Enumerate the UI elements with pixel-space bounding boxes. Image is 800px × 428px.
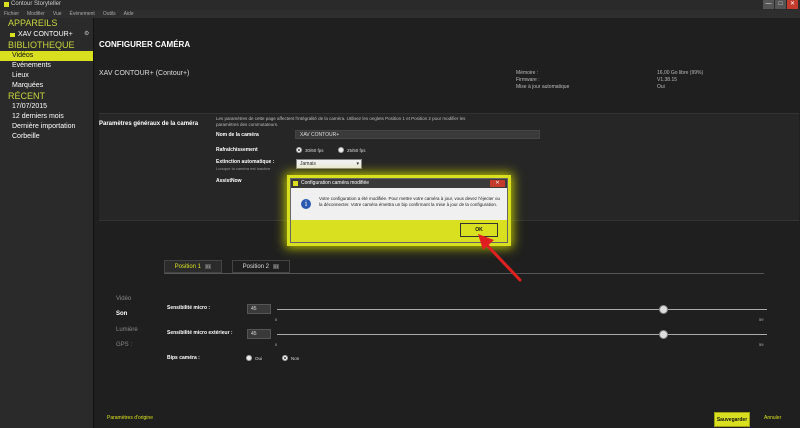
general-settings-title: Paramètres généraux de la caméra [99, 121, 199, 127]
mic-slider-min: 0 [275, 317, 278, 322]
beep-yes-label: Oui [255, 355, 263, 361]
ext-mic-sensitivity-label: Sensibilité micro extérieur : [167, 330, 233, 336]
mic-slider-max: 59 [759, 317, 764, 322]
menu-help[interactable]: Aide [124, 11, 134, 17]
dialog-message: Votre configuration a été modifiée. Pour… [319, 196, 500, 207]
auto-update-value: Oui [657, 84, 665, 90]
gear-icon[interactable]: ⚙ [84, 29, 89, 40]
auto-off-sublabel: Lorsque la caméra est inactive [216, 166, 271, 171]
page-title: CONFIGURER CAMÉRA [99, 40, 191, 49]
sidebar-item-date[interactable]: 17/07/2015 [0, 102, 93, 112]
ext-mic-slider-min: 0 [275, 342, 278, 347]
sidebar-device[interactable]: XAV CONTOUR+ ⚙ [0, 29, 93, 40]
camera-name-label: Nom de la caméra [216, 132, 259, 138]
beep-yes-radio[interactable]: Oui [246, 355, 262, 361]
title-bar: Contour Storyteller — □ ✕ [0, 0, 800, 10]
tab-position-2[interactable]: Position 2 ≡↕ [232, 260, 290, 273]
general-settings-description: Les paramètres de cette page affectent l… [216, 116, 466, 127]
firmware-value: V1.38.15 [657, 77, 678, 83]
app-logo-icon [293, 181, 298, 186]
sidebar-item-trash[interactable]: Corbeille [0, 132, 93, 142]
maximize-button[interactable]: □ [775, 0, 786, 9]
tab-divider [164, 273, 764, 274]
radio-empty-icon [338, 147, 344, 153]
window-controls: — □ ✕ [763, 0, 798, 9]
mic-sensitivity-label: Sensibilité micro : [167, 305, 211, 311]
mic-sensitivity-slider[interactable] [277, 309, 767, 310]
sidebar-item-tagged[interactable]: Marquées [0, 81, 93, 91]
position-settings-area: Position 1 ≡↕ Position 2 ≡↕ Vidéo Son Lu… [99, 248, 799, 408]
minimize-button[interactable]: — [763, 0, 774, 9]
chevron-down-icon: ▾ [356, 161, 359, 167]
mic-slider-handle[interactable] [659, 305, 668, 314]
library-header: BIBLIOTHEQUE [8, 40, 75, 50]
tab-position-1[interactable]: Position 1 ≡↕ [164, 260, 222, 273]
dialog-title: Configuration caméra modifiée [301, 180, 370, 186]
switch-icon: ≡↕ [273, 264, 280, 269]
refresh-25-50-label: 25/50 fps [347, 147, 366, 153]
save-button[interactable]: Sauvegarder [714, 412, 750, 427]
ext-mic-sensitivity-slider[interactable] [277, 334, 767, 335]
beep-no-label: Non [291, 355, 300, 361]
ext-mic-slider-max: 59 [759, 342, 764, 347]
recent-header: RÉCENT [8, 91, 46, 101]
sidebar-item-places[interactable]: Lieux [0, 71, 93, 81]
memory-value: 16,00 Go libre (99%) [657, 70, 704, 76]
radio-selected-icon [282, 355, 288, 361]
window-title: Contour Storyteller [4, 1, 61, 7]
vtab-light[interactable]: Lumière [116, 327, 138, 333]
sidebar-item-videos[interactable]: Vidéos [0, 51, 93, 61]
vtab-sound[interactable]: Son [116, 311, 127, 317]
refresh-30-60-label: 30/60 fps [305, 147, 324, 153]
dialog-close-button[interactable]: ✕ [490, 180, 505, 187]
menu-tools[interactable]: Outils [103, 11, 116, 17]
vtab-video[interactable]: Vidéo [116, 296, 131, 302]
sidebar-item-events[interactable]: Evénements [0, 61, 93, 71]
switch-icon: ≡↕ [205, 264, 212, 269]
assistnow-label: AssistNow [216, 178, 242, 184]
menu-view[interactable]: Vue [53, 11, 62, 17]
cancel-link[interactable]: Annuler [764, 415, 781, 421]
reset-defaults-link[interactable]: Paramètres d'origine [107, 415, 153, 421]
radio-selected-icon [296, 147, 302, 153]
beep-label: Bips caméra : [167, 355, 200, 361]
mic-sensitivity-input[interactable]: 45 [247, 304, 271, 314]
vtab-gps[interactable]: GPS : [116, 342, 132, 348]
window-title-text: Contour Storyteller [11, 1, 62, 7]
refresh-label: Rafraîchissement [216, 147, 258, 153]
annotation-arrow-icon [478, 234, 522, 282]
beep-no-radio[interactable]: Non [282, 355, 299, 361]
sidebar-item-last-12-months[interactable]: 12 derniers mois [0, 112, 93, 122]
ext-mic-slider-handle[interactable] [659, 330, 668, 339]
menu-edit[interactable]: Modifier [27, 11, 45, 17]
device-name: XAV CONTOUR+ [18, 31, 73, 38]
radio-empty-icon [246, 355, 252, 361]
camera-icon [10, 32, 15, 37]
sidebar: APPAREILS XAV CONTOUR+ ⚙ BIBLIOTHEQUE Vi… [0, 18, 94, 428]
camera-name-field[interactable]: XAV CONTOUR+ [295, 130, 540, 139]
auto-off-label: Extinction automatique : [216, 159, 275, 165]
firmware-label: Firmware : [516, 77, 540, 83]
devices-header: APPAREILS [8, 18, 58, 28]
refresh-30-60-radio[interactable]: 30/60 fps [296, 147, 324, 153]
dialog-title-bar: Configuration caméra modifiée ✕ [291, 179, 507, 188]
memory-label: Mémoire : [516, 70, 539, 76]
sidebar-item-last-import[interactable]: Dernière importation [0, 122, 93, 132]
camera-model-label: XAV CONTOUR+ (Contour+) [99, 70, 190, 77]
close-button[interactable]: ✕ [787, 0, 798, 9]
auto-off-select[interactable]: Jamais ▾ [296, 159, 362, 169]
app-logo-icon [4, 1, 9, 7]
auto-update-label: Mise à jour automatique [516, 84, 570, 90]
info-icon: i [301, 199, 311, 209]
refresh-25-50-radio[interactable]: 25/50 fps [338, 147, 366, 153]
menu-file[interactable]: Fichier [4, 11, 19, 17]
menu-event[interactable]: Évènement [70, 11, 95, 17]
tab-position-1-label: Position 1 [174, 263, 201, 270]
ext-mic-sensitivity-input[interactable]: 45 [247, 329, 271, 339]
tab-position-2-label: Position 2 [242, 263, 269, 270]
auto-off-value: Jamais [300, 161, 316, 167]
menu-bar: Fichier Modifier Vue Évènement Outils Ai… [0, 10, 800, 18]
